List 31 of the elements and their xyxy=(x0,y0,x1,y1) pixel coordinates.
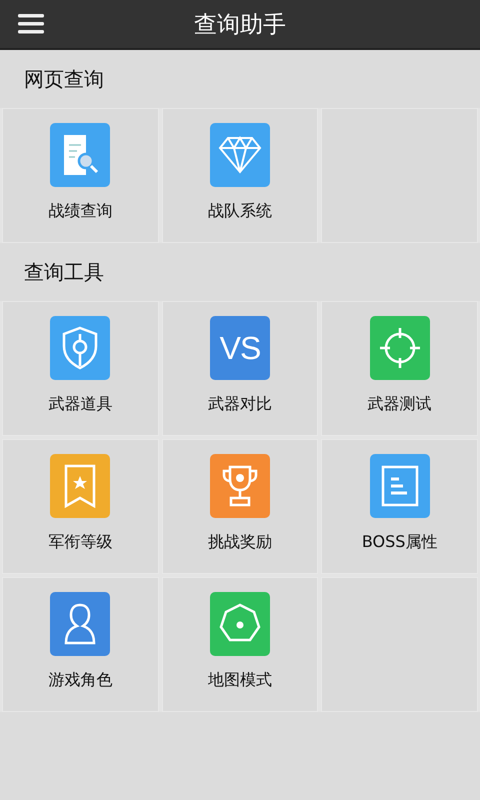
tile-label: 地图模式 xyxy=(208,670,272,691)
tool-tile[interactable]: 武器测试 xyxy=(321,301,478,436)
tool-tile[interactable]: 战绩查询 xyxy=(2,108,159,243)
tile-label: 武器测试 xyxy=(368,394,432,415)
app-title: 查询助手 xyxy=(194,10,286,40)
diamond-icon xyxy=(218,136,262,174)
tile-label: 武器道具 xyxy=(48,394,112,415)
tile-label: 武器对比 xyxy=(208,394,272,415)
tile-label: 军衔等级 xyxy=(48,532,112,553)
tool-tile[interactable]: BOSS属性 xyxy=(321,439,478,574)
tool-tile[interactable]: 武器道具 xyxy=(2,301,159,436)
person-icon xyxy=(62,602,98,646)
tool-tile[interactable]: 挑战奖励 xyxy=(162,439,318,574)
tool-tile[interactable]: VS 武器对比 xyxy=(162,301,318,436)
section-heading: 查询工具 xyxy=(23,258,105,286)
tool-tile[interactable]: 地图模式 xyxy=(162,577,318,712)
menu-icon[interactable] xyxy=(18,13,44,35)
tool-tile[interactable]: 游戏角色 xyxy=(2,577,159,712)
versus-icon: VS xyxy=(220,330,260,366)
crosshair-icon xyxy=(378,326,422,370)
tile-label: 战队系统 xyxy=(208,201,272,222)
tile-label: 游戏角色 xyxy=(48,670,112,691)
tool-tile[interactable]: 军衔等级 xyxy=(2,439,159,574)
tile-label: 战绩查询 xyxy=(48,201,112,222)
section-heading: 网页查询 xyxy=(23,66,105,92)
shield-icon xyxy=(61,326,100,370)
tool-tile[interactable]: 战队系统 xyxy=(162,108,318,243)
bookmark-star-icon xyxy=(62,464,98,508)
tile-label: BOSS属性 xyxy=(362,532,438,553)
tile-label: 挑战奖励 xyxy=(208,532,272,553)
list-icon xyxy=(380,464,420,508)
